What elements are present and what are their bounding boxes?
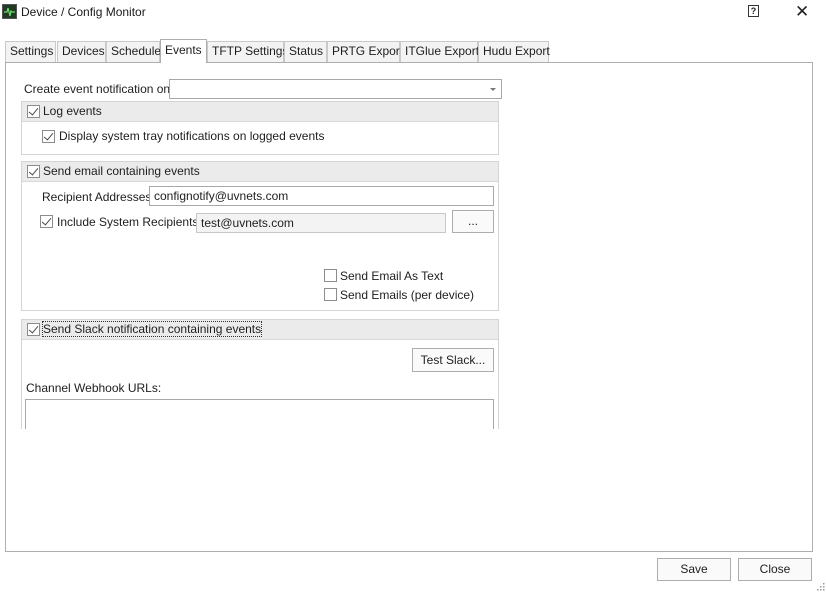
send-email-as-text-checkbox[interactable] [324,269,337,282]
events-tab-panel: Create event notification on: Log events… [5,62,813,552]
include-system-recipients-label: Include System Recipients: [57,215,202,229]
title-bar: Device / Config Monitor ? ✕ [0,0,826,28]
help-icon[interactable]: ? [748,5,759,17]
log-events-checkbox[interactable] [27,105,40,118]
tab-hudu-export[interactable]: Hudu Export [478,41,550,62]
tab-status[interactable]: Status [284,41,327,62]
send-emails-per-device-label: Send Emails (per device) [340,288,475,302]
create-event-label: Create event notification on: [24,82,174,96]
create-event-dropdown[interactable] [169,79,502,99]
tray-notifications-label: Display system tray notifications on log… [59,129,325,143]
recipient-addresses-input[interactable]: confignotify@uvnets.com [149,186,494,206]
tab-events[interactable]: Events [160,39,207,63]
recipient-addresses-label: Recipient Addresses: [42,190,155,204]
window-title: Device / Config Monitor [21,5,146,19]
send-email-label: Send email containing events [43,164,200,178]
test-slack-button[interactable]: Test Slack... [412,348,494,372]
tab-itglue-export[interactable]: ITGlue Export [400,41,479,62]
close-button[interactable]: Close [738,558,812,581]
window-close-icon[interactable]: ✕ [795,3,809,20]
browse-recipients-button[interactable]: ... [452,210,494,233]
webhook-urls-label: Channel Webhook URLs: [26,381,162,395]
resize-grip-icon[interactable] [817,580,825,591]
send-email-checkbox[interactable] [27,165,40,178]
tab-prtg-export[interactable]: PRTG Export [327,41,403,62]
send-slack-label: Send Slack notification containing event… [41,321,263,337]
log-events-label: Log events [43,104,102,118]
send-email-as-text-label: Send Email As Text [340,269,444,283]
chevron-down-icon[interactable] [490,88,496,91]
system-recipients-field: test@uvnets.com [196,213,446,233]
webhook-urls-textarea[interactable] [25,399,494,429]
send-emails-per-device-checkbox[interactable] [324,288,337,301]
app-monitor-icon [2,4,17,19]
save-button[interactable]: Save [657,558,731,581]
tab-tftp-settings[interactable]: TFTP Settings [207,41,288,62]
tray-notifications-checkbox[interactable] [42,130,55,143]
send-slack-checkbox[interactable] [27,323,40,336]
tab-settings[interactable]: Settings [5,41,56,62]
tab-schedule[interactable]: Schedule [106,41,161,62]
tab-devices[interactable]: Devices [57,41,106,62]
include-system-recipients-checkbox[interactable] [40,215,53,228]
